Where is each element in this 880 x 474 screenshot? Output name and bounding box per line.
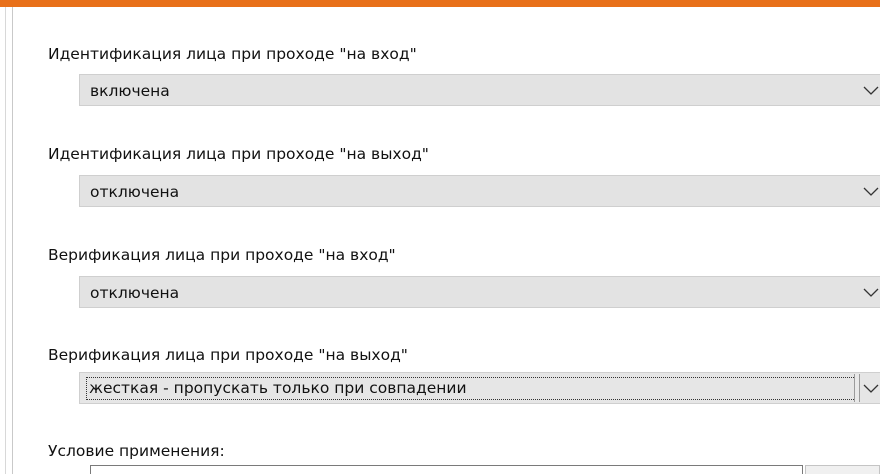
face-verification-exit-label: Верификация лица при проходе "на выход"	[48, 346, 408, 364]
face-identification-entry-select[interactable]: включена	[79, 74, 880, 106]
face-verification-entry-select[interactable]: отключена	[79, 276, 880, 308]
condition-input-button[interactable]	[805, 465, 880, 474]
settings-panel: Идентификация лица при проходе "на вход"…	[0, 0, 880, 474]
face-identification-exit-label: Идентификация лица при проходе "на выход…	[48, 145, 429, 163]
face-verification-exit-value: жесткая - пропускать только при совпаден…	[89, 379, 467, 397]
face-identification-entry-value: включена	[90, 82, 170, 100]
face-identification-entry-label: Идентификация лица при проходе "на вход"	[48, 45, 417, 63]
left-splitter[interactable]	[0, 7, 13, 474]
top-accent-bar	[0, 0, 880, 7]
chevron-down-icon	[863, 86, 879, 95]
dropdown-button[interactable]	[854, 374, 860, 402]
chevron-down-icon	[863, 288, 879, 297]
face-identification-exit-select[interactable]: отключена	[79, 175, 880, 207]
face-verification-exit-select[interactable]: жесткая - пропускать только при совпаден…	[79, 372, 880, 404]
chevron-down-icon	[863, 187, 879, 196]
face-verification-entry-value: отключена	[90, 284, 180, 302]
condition-label: Условие применения:	[48, 442, 225, 460]
chevron-down-icon	[863, 384, 879, 393]
face-verification-entry-label: Верификация лица при проходе "на вход"	[48, 246, 396, 264]
condition-input[interactable]	[90, 465, 803, 474]
face-identification-exit-value: отключена	[90, 183, 180, 201]
